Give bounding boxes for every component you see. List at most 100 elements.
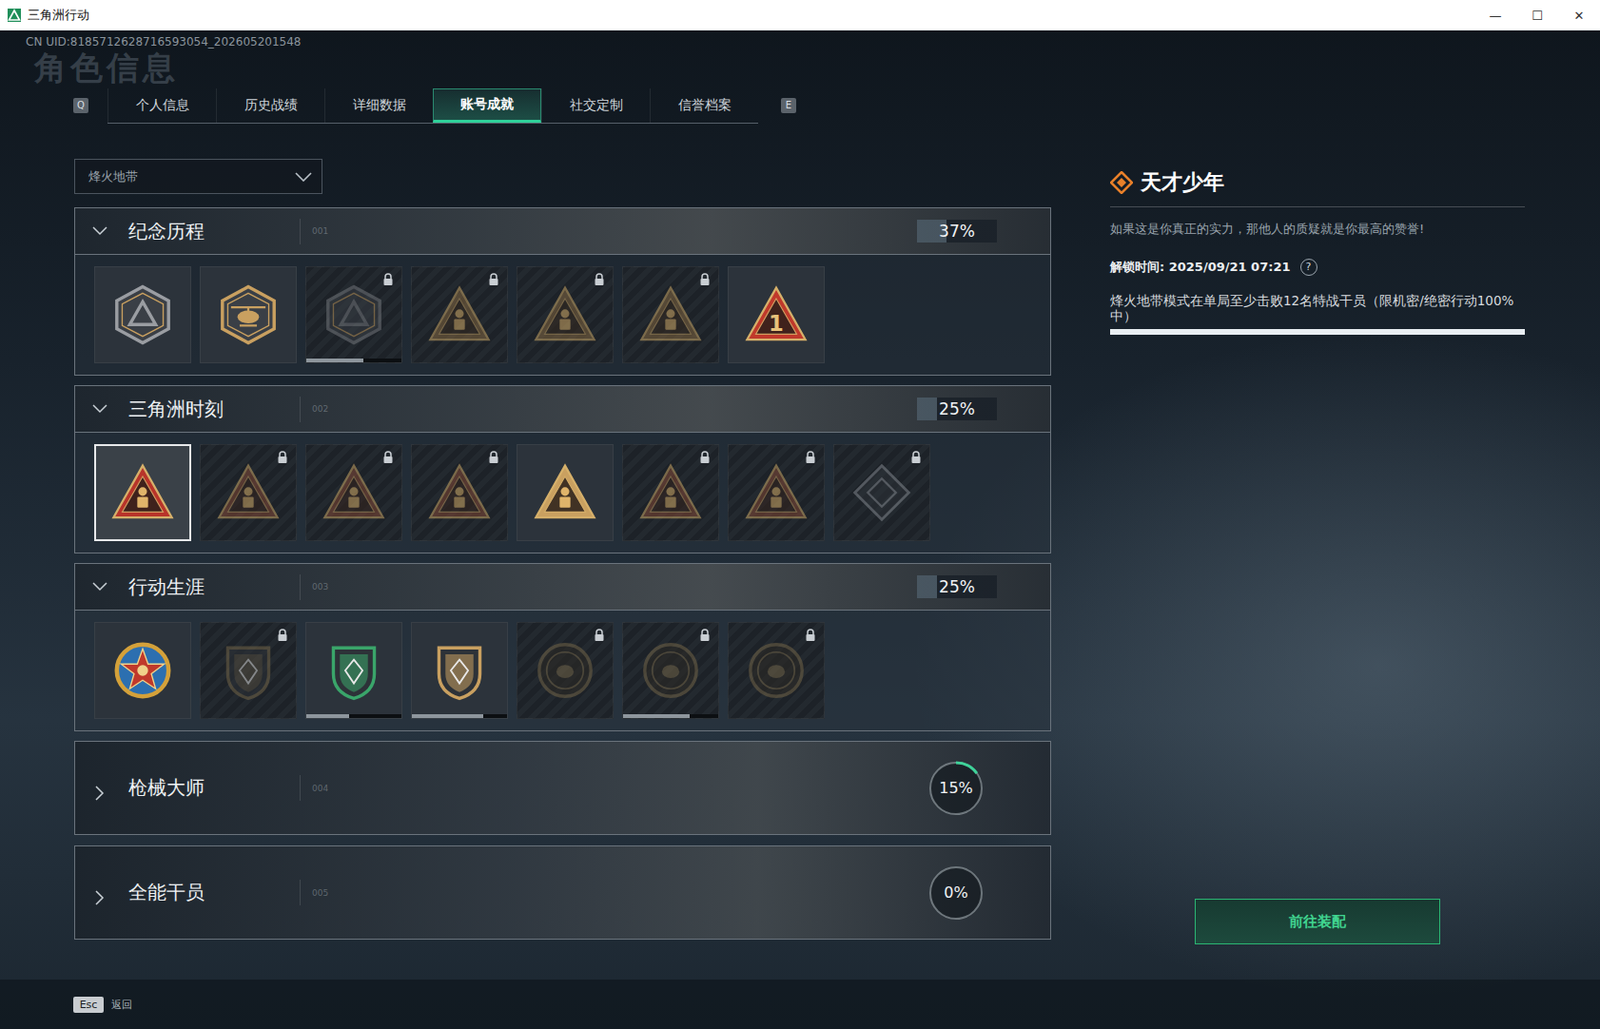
next-tab-key[interactable]: E: [780, 97, 797, 114]
achievement-badge[interactable]: [622, 444, 720, 542]
lock-icon: [910, 450, 922, 465]
section-header[interactable]: 三角洲时刻00225%: [75, 386, 1051, 433]
achievement-section: 枪械大师 004 15%: [74, 741, 1052, 836]
achievement-diamond-icon: [1110, 171, 1133, 195]
achievement-badge[interactable]: [94, 622, 192, 720]
achievement-badge[interactable]: [516, 444, 614, 542]
badge-progress-fill: [306, 358, 364, 363]
lock-icon: [382, 450, 394, 465]
main-area: 烽火地带纪念历程00137%1三角洲时刻00225%行动生涯00325%枪械大师…: [0, 158, 1600, 980]
section-header[interactable]: 全能干员0050%: [75, 846, 1051, 939]
triangle-badge-icon: [321, 460, 387, 526]
achievement-section: 三角洲时刻00225%: [74, 385, 1052, 554]
achievement-badge[interactable]: [622, 622, 720, 720]
section-number: 002: [312, 404, 329, 414]
section-number: 003: [312, 582, 329, 592]
coin-badge-icon: [743, 638, 809, 703]
achievement-badge[interactable]: [622, 266, 720, 364]
achievement-badge[interactable]: [833, 444, 931, 542]
badge-progress-fill: [623, 714, 690, 719]
section-header[interactable]: 纪念历程00137%: [75, 208, 1051, 255]
triangle-badge-icon: [532, 460, 598, 526]
achievement-badge[interactable]: [199, 266, 297, 364]
svg-text:1: 1: [768, 311, 784, 336]
window-control-button[interactable]: ☐: [1516, 8, 1559, 23]
badge-row: [75, 432, 1051, 553]
section-title: 行动生涯: [128, 574, 301, 601]
tab[interactable]: 社交定制: [541, 88, 650, 123]
achievement-section: 行动生涯 003 25%: [74, 563, 1052, 732]
window-control-button[interactable]: ✕: [1558, 8, 1600, 23]
window-title: 三角洲行动: [27, 7, 90, 24]
achievement-badge[interactable]: [410, 622, 508, 720]
equip-button[interactable]: 前往装配: [1194, 898, 1441, 945]
prev-tab-key[interactable]: Q: [73, 97, 89, 114]
achievement-badge[interactable]: [199, 444, 297, 542]
achievement-badge[interactable]: [305, 444, 403, 542]
achievement-list: 烽火地带纪念历程00137%1三角洲时刻00225%行动生涯00325%枪械大师…: [74, 158, 1052, 980]
detail-title: 天才少年: [1140, 168, 1225, 197]
badge-progress-bar: [306, 714, 402, 719]
game-window: 三角洲行动—☐✕CN UID:8185712628716593054_20260…: [0, 0, 1600, 1029]
triangle-badge-icon: [743, 460, 809, 526]
title-bar: 三角洲行动 —☐✕: [0, 0, 1600, 31]
triangle-badge-icon: [427, 460, 492, 526]
requirement-text: 烽火地带模式在单局至少击败12名特战干员（限机密/绝密行动100%中）: [1110, 292, 1525, 324]
achievement-badge[interactable]: [410, 444, 508, 542]
delta-logo-icon: [7, 8, 21, 22]
achievement-badge[interactable]: [516, 266, 614, 364]
section-title: 枪械大师: [128, 775, 301, 801]
mode-dropdown[interactable]: 烽火地带: [74, 158, 323, 195]
tab-bar: Q 个人信息历史战绩详细数据账号成就社交定制信誉档案 E: [0, 87, 1600, 124]
badge-progress-fill: [411, 714, 484, 719]
achievement-badge[interactable]: [305, 622, 403, 720]
section-header[interactable]: 行动生涯 003 25%: [75, 564, 1051, 611]
achievement-badge[interactable]: [305, 266, 403, 364]
lock-icon: [276, 628, 289, 643]
triangle-badge-icon: [215, 460, 281, 526]
lock-icon: [804, 450, 817, 465]
achievement-badge[interactable]: [727, 444, 825, 542]
lock-icon: [276, 450, 289, 465]
tab[interactable]: 个人信息: [107, 88, 216, 123]
tab[interactable]: 信誉档案: [649, 88, 759, 123]
section-percent: 25%: [917, 575, 997, 599]
footer-bar: Esc 返回: [0, 979, 1600, 1029]
mode-value: 烽火地带: [88, 168, 138, 186]
tab[interactable]: 账号成就: [432, 88, 542, 123]
section-percent: 37%: [917, 219, 997, 243]
esc-key[interactable]: Esc: [73, 996, 104, 1014]
back-label[interactable]: 返回: [111, 997, 133, 1013]
achievement-badge[interactable]: [727, 622, 825, 720]
coin-badge-icon: [638, 638, 703, 703]
lock-icon: [593, 273, 605, 287]
lock-icon: [699, 273, 711, 287]
section-number: 004: [312, 783, 329, 794]
section-number: 001: [312, 226, 329, 236]
achievement-badge[interactable]: [94, 266, 192, 364]
lock-icon: [804, 628, 817, 643]
section-percent: 25%: [917, 397, 997, 421]
lock-icon: [699, 628, 711, 643]
section-header[interactable]: 枪械大师 004 15%: [75, 741, 1051, 835]
badge-progress-fill: [306, 714, 350, 719]
achievement-badge[interactable]: [94, 444, 192, 542]
tab[interactable]: 历史战绩: [215, 88, 325, 123]
detail-description: 如果这是你真正的实力，那他人的质疑就是你最高的赞誉!: [1110, 220, 1525, 238]
section-percent: 15%: [926, 759, 986, 819]
section-progress-ring: 0%: [926, 863, 986, 923]
triangle-badge-icon: [638, 460, 703, 526]
window-control-button[interactable]: —: [1474, 8, 1517, 23]
achievement-badge[interactable]: [516, 622, 614, 720]
help-icon[interactable]: ?: [1300, 258, 1318, 276]
achievement-badge[interactable]: 1: [727, 266, 825, 364]
tab[interactable]: 详细数据: [324, 88, 433, 123]
achievement-badge[interactable]: [410, 266, 508, 364]
badge-row: 1: [75, 254, 1051, 375]
lock-icon: [382, 273, 394, 287]
badge-progress-bar: [411, 714, 508, 719]
section-number: 005: [312, 888, 329, 898]
achievement-badge[interactable]: [199, 622, 297, 720]
number-badge-icon: 1: [743, 282, 809, 348]
triangle-badge-icon: [110, 460, 176, 526]
